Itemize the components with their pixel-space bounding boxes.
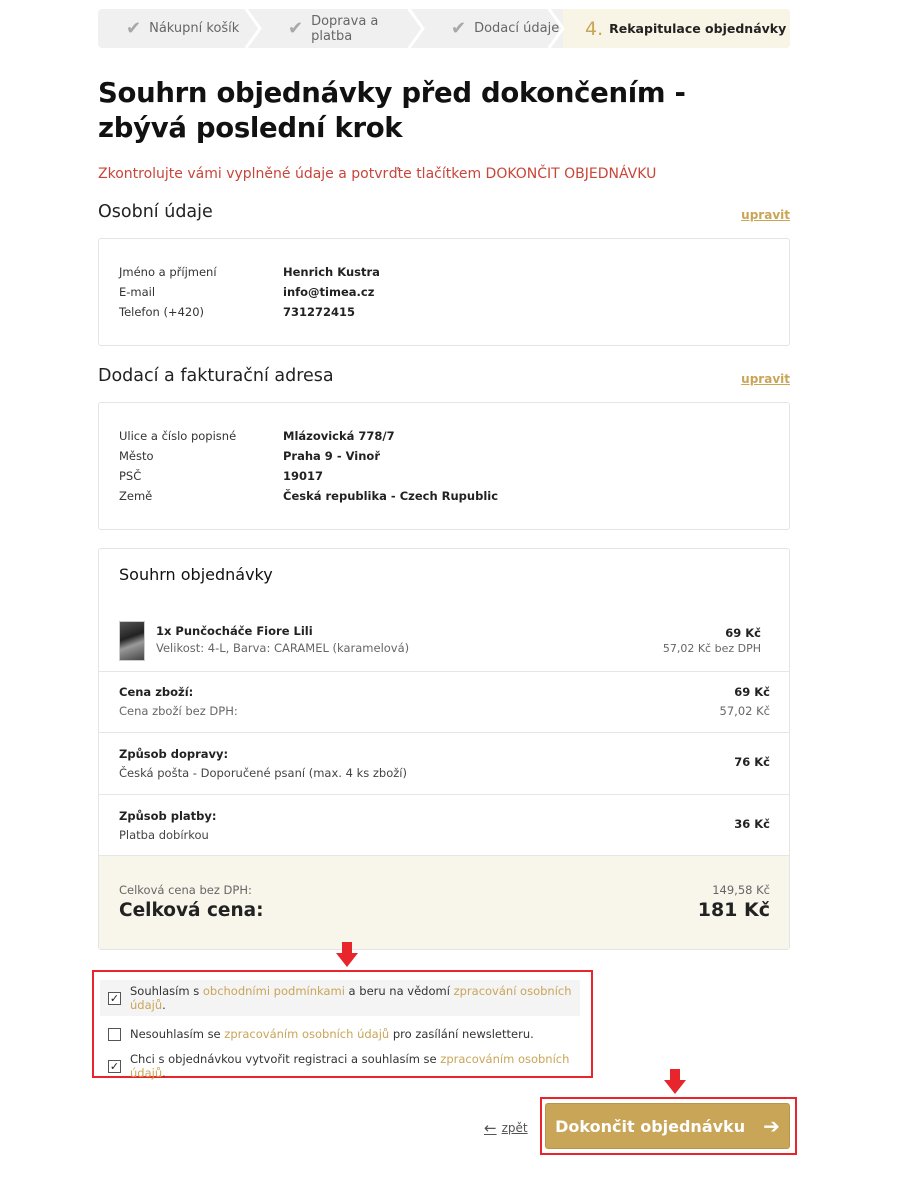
product-net-price: 57,02 Kč bez DPH: [662, 642, 761, 655]
detail-key: PSČ: [119, 469, 142, 483]
personal-section-title: Osobní údaje: [98, 202, 213, 222]
consent-text: Souhlasím s obchodními podmínkami a beru…: [130, 984, 572, 1012]
step-separator: [547, 9, 565, 48]
detail-row: PSČ 19017: [119, 466, 498, 486]
detail-row: Země Česká republika - Czech Rupublic: [119, 486, 498, 506]
summary-title: Souhrn objednávky: [119, 565, 273, 584]
edit-address-link[interactable]: upravit: [741, 372, 790, 386]
total-net-label: Celková cena bez DPH:: [119, 883, 252, 897]
row-value: Platba dobírkou: [119, 828, 209, 842]
row-label: Cena zboží:: [119, 685, 194, 699]
total-block: Celková cena bez DPH: 149,58 Kč Celková …: [99, 855, 789, 949]
back-label: zpět: [501, 1121, 528, 1135]
detail-key: Jméno a příjmení: [119, 265, 217, 279]
shipping-row: Způsob dopravy: Česká pošta - Doporučené…: [99, 732, 789, 794]
total-net-value: 149,58 Kč: [712, 883, 770, 897]
detail-value: Česká republika - Czech Rupublic: [283, 489, 499, 503]
product-thumbnail[interactable]: [119, 621, 145, 661]
detail-value: 19017: [283, 469, 324, 483]
detail-row: Telefon (+420) 731272415: [119, 302, 380, 322]
arrow-left-icon: ←: [484, 1119, 497, 1137]
edit-personal-link[interactable]: upravit: [741, 208, 790, 222]
checkmark-icon: ✔: [288, 18, 304, 39]
checkmark-icon: ✔: [451, 18, 467, 39]
personal-details: Jméno a příjmení Henrich Kustra E-mail inf…: [119, 262, 380, 322]
consent-text: Chci s objednávkou vytvořit registraci a…: [130, 1052, 570, 1080]
detail-value: 731272415: [283, 305, 356, 319]
back-link[interactable]: ← zpět: [484, 1119, 528, 1137]
order-summary-box: Souhrn objednávky 1x Punčocháče Fiore Li…: [98, 548, 790, 950]
goods-price-row: Cena zboží: Cena zboží bez DPH: 69 Kč 57…: [99, 671, 789, 733]
detail-key: Město: [119, 449, 154, 463]
consent-newsletter[interactable]: Nesouhlasím se zpracováním osobních údaj…: [108, 1027, 534, 1041]
finish-label: Dokončit objednávku: [555, 1116, 746, 1136]
row-label: Způsob platby:: [119, 809, 217, 823]
row-price: 69 Kč: [734, 685, 770, 699]
step-recap: 4. Rekapitulace objednávky: [563, 9, 790, 48]
annotation-arrow-icon: [336, 942, 358, 968]
checkout-progress: ✔ Nákupní košík ✔ Doprava a platba ✔ Dod…: [98, 9, 790, 48]
terms-link[interactable]: obchodními podmínkami: [203, 984, 345, 998]
row-price: 76 Kč: [734, 755, 770, 769]
privacy-link[interactable]: zpracováním osobních údajů: [224, 1027, 389, 1041]
newsletter-checkbox[interactable]: [108, 1027, 121, 1041]
total-label: Celková cena:: [119, 900, 264, 921]
detail-key: Telefon (+420): [119, 305, 205, 319]
row-price: 36 Kč: [734, 817, 770, 831]
consent-registration[interactable]: ✓ Chci s objednávkou vytvořit registraci…: [108, 1052, 591, 1080]
step-label: Rekapitulace objednávky: [609, 21, 787, 36]
detail-key: Ulice a číslo popisné: [119, 429, 237, 443]
detail-row: Jméno a příjmení Henrich Kustra: [119, 262, 380, 282]
payment-row: Způsob platby: Platba dobírkou 36 Kč: [99, 794, 789, 856]
detail-value: Praha 9 - Vinoř: [283, 449, 380, 463]
detail-row: Město Praha 9 - Vinoř: [119, 446, 498, 466]
address-details-box: Ulice a číslo popisné Mlázovická 778/7 Mě…: [98, 402, 790, 530]
annotation-arrow-icon: [664, 1069, 686, 1095]
consent-highlight-frame: ✓ Souhlasím s obchodními podmínkami a be…: [92, 970, 593, 1080]
consent-terms[interactable]: ✓ Souhlasím s obchodními podmínkami a be…: [100, 980, 580, 1016]
row-label: Způsob dopravy:: [119, 747, 229, 761]
terms-checkbox[interactable]: ✓: [108, 991, 121, 1005]
detail-value: Henrich Kustra: [283, 265, 380, 279]
detail-row: Ulice a číslo popisné Mlázovická 778/7: [119, 426, 498, 446]
step-cart[interactable]: ✔ Nákupní košík: [98, 9, 262, 48]
finish-order-button[interactable]: Dokončit objednávku ➔: [545, 1103, 790, 1149]
step-label: Nákupní košík: [149, 21, 240, 36]
step-delivery-details[interactable]: ✔ Dodací údaje: [423, 9, 565, 48]
product-variant: Velikost: 4-L, Barva: CARAMEL (karamelov…: [156, 641, 410, 655]
address-section-title: Dodací a fakturační adresa: [98, 366, 334, 386]
detail-key: Země: [119, 489, 153, 503]
detail-row: E-mail info@timea.cz: [119, 282, 380, 302]
step-shipping-payment[interactable]: ✔ Doprava a platba: [260, 9, 425, 48]
arrow-right-icon: ➔: [763, 1114, 780, 1138]
detail-value: Mlázovická 778/7: [283, 429, 395, 443]
detail-key: E-mail: [119, 285, 156, 299]
detail-value: info@timea.cz: [283, 285, 375, 299]
step-number: 4.: [585, 17, 604, 40]
row-net-price: 57,02 Kč: [719, 704, 770, 718]
page-title: Souhrn objednávky před dokončením - zbýv…: [98, 77, 686, 144]
product-name: 1x Punčocháče Fiore Lili: [156, 624, 313, 638]
address-details: Ulice a číslo popisné Mlázovická 778/7 Mě…: [119, 426, 498, 506]
row-value: Česká pošta - Doporučené psaní (max. 4 k…: [119, 766, 407, 780]
warning-message: Zkontrolujte vámi vyplněné údaje a potvr…: [98, 166, 657, 182]
checkmark-icon: ✔: [126, 18, 142, 39]
row-sublabel: Cena zboží bez DPH:: [119, 704, 238, 718]
personal-details-box: Jméno a příjmení Henrich Kustra E-mail inf…: [98, 238, 790, 346]
consent-text: Nesouhlasím se zpracováním osobních údaj…: [130, 1027, 534, 1041]
registration-checkbox[interactable]: ✓: [108, 1059, 121, 1073]
total-value: 181 Kč: [697, 899, 770, 921]
product-price: 69 Kč: [725, 626, 761, 640]
